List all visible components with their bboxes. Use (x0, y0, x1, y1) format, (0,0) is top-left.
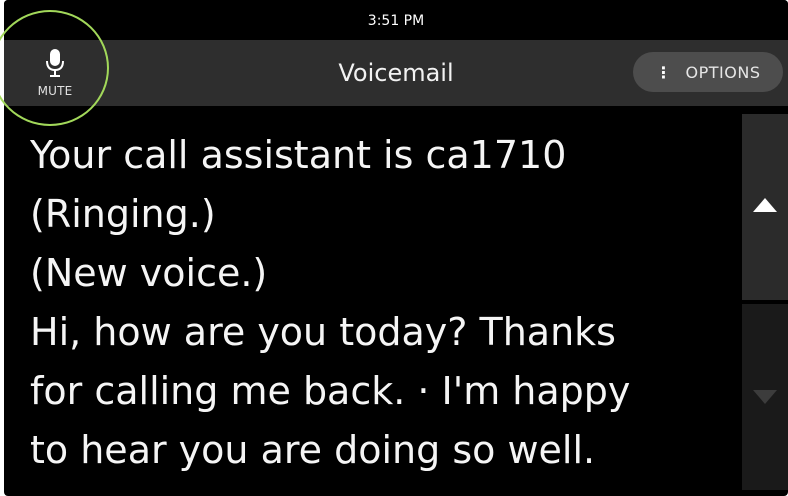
options-button[interactable]: ⋮ OPTIONS (633, 52, 783, 92)
arrow-down-icon (753, 390, 777, 404)
mute-label: MUTE (37, 84, 73, 98)
vertical-dots-icon: ⋮ (655, 62, 672, 82)
scroll-down-button[interactable] (742, 304, 788, 490)
voicemail-transcript: Your call assistant is ca1710 (Ringing.)… (30, 126, 730, 492)
scroll-up-button[interactable] (742, 114, 788, 300)
transcript-line: (New voice.) (30, 251, 268, 295)
transcript-line: Hi, how are you today? Thanks (30, 310, 616, 354)
options-label: OPTIONS (685, 62, 761, 82)
voicemail-screen: 3:51 PM Voicemail MUTE ⋮ OPTIONS Your ca… (4, 0, 788, 496)
transcript-line: for calling me back. · I'm happy (30, 369, 631, 413)
arrow-up-icon (753, 198, 777, 212)
header-bar: Voicemail MUTE ⋮ OPTIONS (4, 40, 788, 106)
transcript-line: Your call assistant is ca1710 (30, 133, 567, 177)
mute-button[interactable]: MUTE (10, 44, 100, 102)
transcript-line: to hear you are doing so well. (30, 428, 596, 472)
status-bar: 3:51 PM (4, 0, 788, 40)
transcript-line: (Ringing.) (30, 192, 216, 236)
status-time: 3:51 PM (367, 13, 425, 29)
microphone-icon (44, 48, 66, 82)
